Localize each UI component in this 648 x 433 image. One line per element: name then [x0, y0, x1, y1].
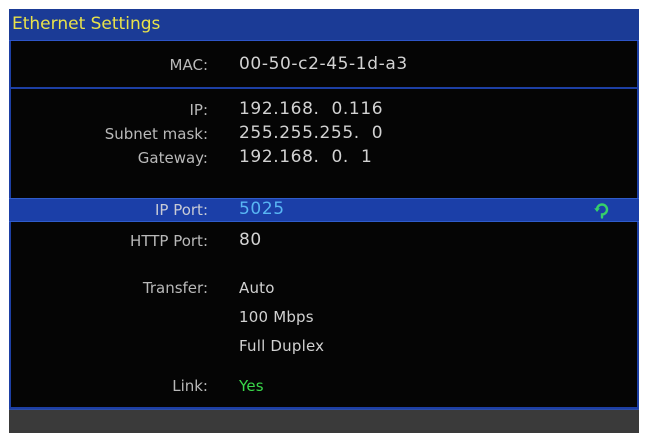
status-bar [9, 409, 639, 433]
transfer-duplex-row: Full Duplex [9, 334, 639, 358]
ip-value[interactable]: 192.168. 0.116 [239, 98, 383, 120]
http-port-value[interactable]: 80 [239, 229, 262, 251]
ip-label: IP: [189, 101, 208, 119]
subnet-value[interactable]: 255.255.255. 0 [239, 122, 383, 144]
link-row: Link: Yes [9, 374, 639, 398]
subnet-row[interactable]: Subnet mask: 255.255.255. 0 [9, 122, 639, 146]
mac-value: 00-50-c2-45-1d-a3 [239, 54, 408, 74]
transfer-speed-value: 100 Mbps [239, 308, 314, 326]
transfer-mode-value[interactable]: Auto [239, 277, 275, 299]
transfer-row[interactable]: Transfer: Auto [9, 276, 639, 300]
gateway-value[interactable]: 192.168. 0. 1 [239, 146, 372, 168]
transfer-speed-row: 100 Mbps [9, 305, 639, 329]
link-status-value: Yes [239, 377, 264, 395]
subnet-label: Subnet mask: [104, 125, 208, 143]
ip-port-label: IP Port: [154, 201, 208, 219]
divider [11, 87, 637, 89]
ethernet-settings-panel: Ethernet Settings MAC: 00-50-c2-45-1d-a3… [9, 9, 639, 433]
gateway-label: Gateway: [137, 149, 208, 167]
transfer-label: Transfer: [142, 279, 208, 297]
mac-row: MAC: 00-50-c2-45-1d-a3 [9, 53, 639, 77]
http-port-label: HTTP Port: [130, 232, 208, 250]
title-bar: Ethernet Settings [9, 9, 639, 41]
http-port-row[interactable]: HTTP Port: 80 [9, 229, 639, 253]
ip-row[interactable]: IP: 192.168. 0.116 [9, 98, 639, 122]
ip-port-value[interactable]: 5025 [239, 198, 285, 220]
gateway-row[interactable]: Gateway: 192.168. 0. 1 [9, 146, 639, 170]
transfer-duplex-value: Full Duplex [239, 337, 325, 355]
link-label: Link: [172, 377, 208, 395]
page-title: Ethernet Settings [12, 14, 161, 34]
ip-port-row[interactable]: IP Port: 5025 [9, 198, 639, 222]
refresh-icon[interactable] [593, 201, 611, 219]
mac-label: MAC: [169, 56, 208, 74]
